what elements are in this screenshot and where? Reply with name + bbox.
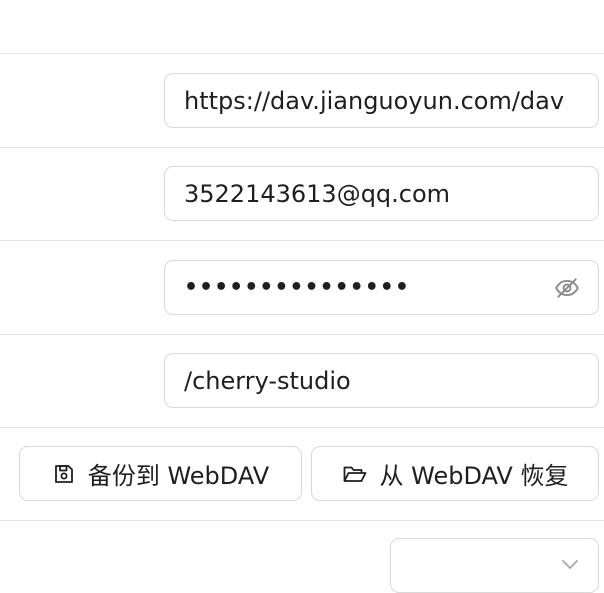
eye-off-icon[interactable]: [553, 274, 581, 302]
webdav-path-value: /cherry-studio: [184, 366, 351, 395]
divider: [0, 147, 604, 148]
webdav-password-value: •••••••••••••••: [184, 275, 410, 300]
webdav-password-input[interactable]: •••••••••••••••: [164, 260, 599, 315]
webdav-user-value: 3522143613@qq.com: [184, 179, 451, 208]
restore-button-label: 从 WebDAV 恢复: [379, 462, 569, 490]
divider: [0, 520, 604, 521]
divider: [0, 334, 604, 335]
divider: [0, 53, 604, 54]
save-icon: [52, 462, 76, 486]
webdav-host-input[interactable]: https://dav.jianguoyun.com/dav: [164, 73, 599, 128]
backup-to-webdav-button[interactable]: 备份到 WebDAV: [19, 446, 302, 501]
webdav-path-input[interactable]: /cherry-studio: [164, 353, 599, 408]
folder-open-icon: [342, 462, 368, 486]
restore-from-webdav-button[interactable]: 从 WebDAV 恢复: [311, 446, 599, 501]
webdav-host-value: https://dav.jianguoyun.com/dav: [184, 86, 565, 115]
backup-button-label: 备份到 WebDAV: [87, 462, 270, 490]
chevron-down-icon: [560, 557, 580, 576]
divider: [0, 427, 604, 428]
webdav-user-input[interactable]: 3522143613@qq.com: [164, 166, 599, 221]
divider: [0, 240, 604, 241]
